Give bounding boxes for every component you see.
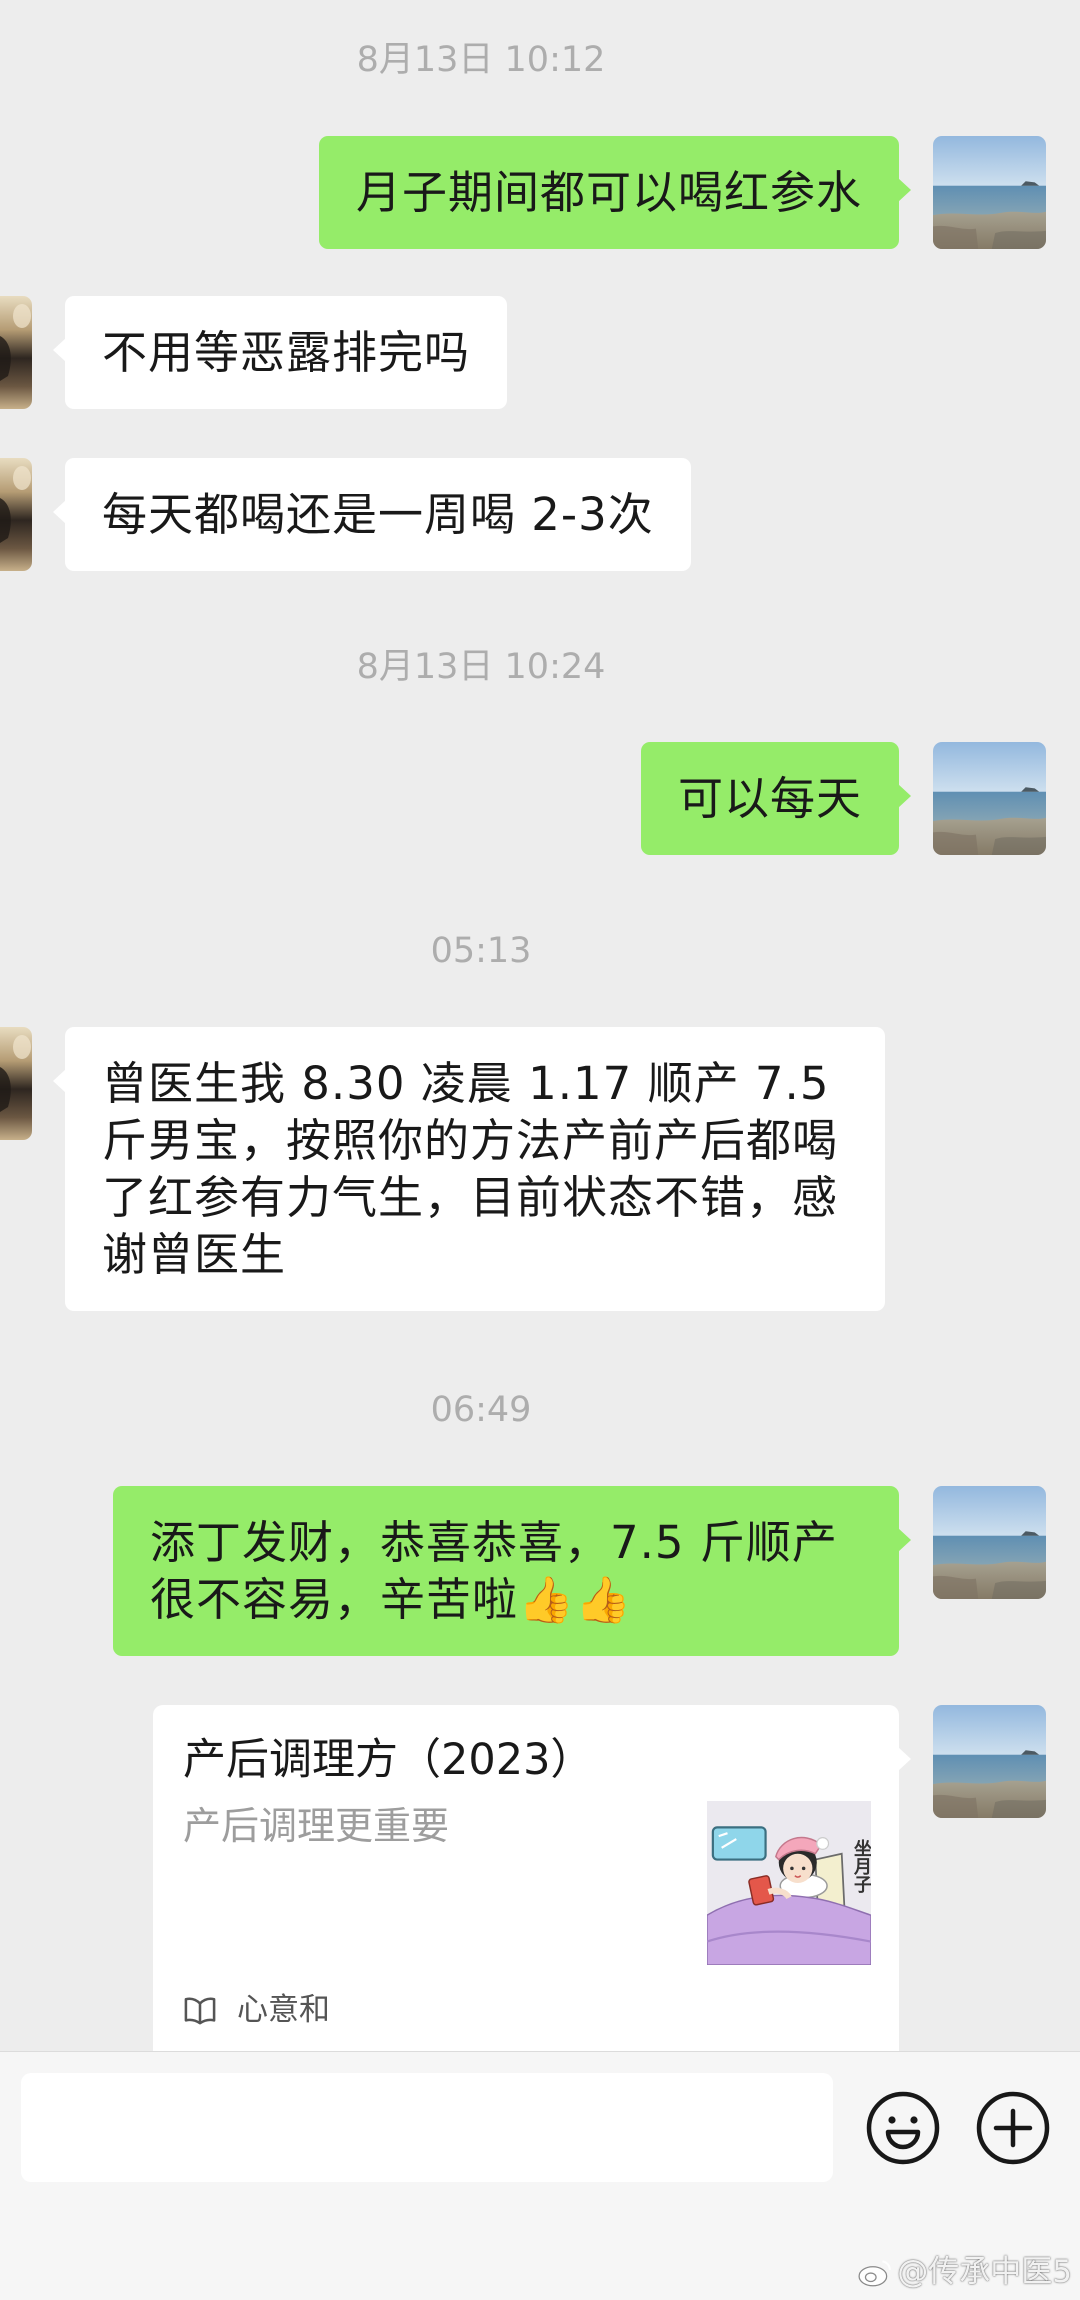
timestamp: 06:49 [430,1390,532,1430]
article-thumbnail: 坐月子 [707,1801,871,1965]
contact-avatar[interactable] [0,1027,32,1140]
my-avatar[interactable] [933,1486,1046,1599]
my-avatar[interactable] [933,1705,1046,1818]
timestamp: 8月13日 10:12 [356,40,606,80]
contact-avatar[interactable] [0,458,32,571]
sent-message[interactable]: 添丁发财，恭喜恭喜，7.5 斤顺产很不容易，辛苦啦👍👍 [113,1486,911,1656]
received-message[interactable]: 不用等恶露排完吗 [52,296,508,409]
smiley-icon[interactable] [865,2090,941,2166]
sent-message[interactable]: 月子期间都可以喝红参水 [318,136,912,249]
thumbnail-caption: 坐月子 [851,1839,871,1893]
article-title: 产后调理方（2023） [183,1735,594,1785]
watermark-text: @传承中医5 [897,2254,1072,2290]
received-message[interactable]: 每天都喝还是一周喝 2-3次 [53,458,691,571]
received-message[interactable]: 曾医生我 8.30 凌晨 1.17 顺产 7.5 斤男宝，按照你的方法产前产后都… [53,1027,885,1311]
my-avatar[interactable] [933,742,1046,855]
plus-circle-icon[interactable] [975,2090,1051,2166]
book-icon [184,1996,216,2024]
message-input[interactable] [21,2073,833,2182]
article-source[interactable]: 心意和 [183,1990,330,2030]
timestamp: 8月13日 10:24 [356,647,606,687]
article-card[interactable]: 产后调理方（2023） 产后调理更重要 坐月子 心意和 [153,1705,911,2051]
weibo-icon [858,2260,892,2287]
my-avatar[interactable] [933,136,1046,249]
article-digest: 产后调理更重要 [183,1804,450,1848]
timestamp: 05:13 [430,931,532,971]
watermark: @传承中医5 [857,2252,1072,2292]
postpartum-illustration [707,1801,871,1965]
chat-area[interactable]: 8月13日 10:12 月子期间都可以喝红参水 不用等恶露排完吗 每天都喝还是一… [0,0,1080,2051]
sent-message[interactable]: 可以每天 [640,742,912,855]
contact-avatar[interactable] [0,296,32,409]
source-name: 心意和 [237,1992,330,2028]
